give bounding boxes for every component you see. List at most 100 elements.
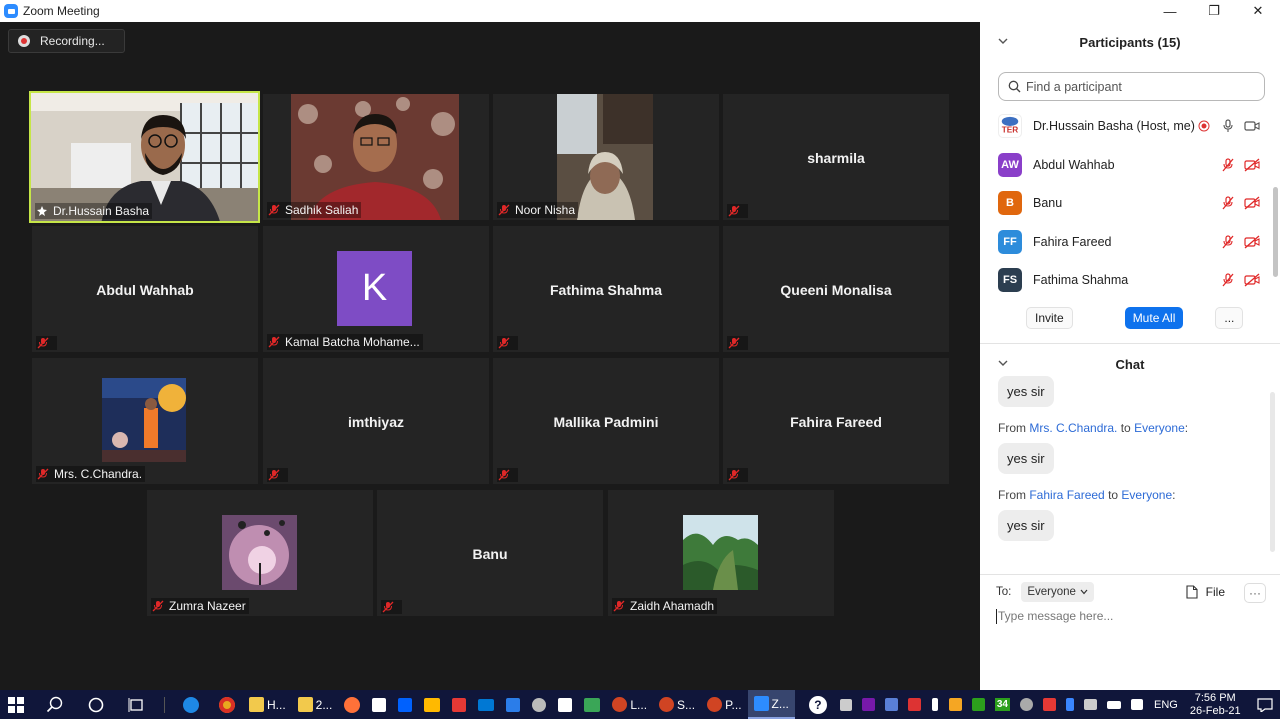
taskbar-app[interactable]: 2...	[292, 690, 339, 719]
recording-label: Recording...	[40, 34, 105, 48]
battery-icon[interactable]	[1107, 700, 1121, 709]
taskbar-app[interactable]: H...	[243, 690, 292, 719]
restore-button[interactable]: ❐	[1192, 0, 1236, 22]
powerpoint-icon	[707, 697, 723, 712]
download-icon[interactable]	[452, 697, 467, 712]
settings-icon[interactable]	[532, 697, 547, 712]
participant-row[interactable]: FF Fahira Fareed	[980, 223, 1280, 262]
quickbooks-icon[interactable]	[971, 698, 985, 711]
video-tile-noor[interactable]: Noor Nisha	[493, 94, 719, 220]
record-tray-icon[interactable]	[907, 698, 921, 711]
tile-label	[267, 468, 288, 482]
profile-photo	[222, 515, 297, 590]
video-tile-banu[interactable]: Banu	[377, 490, 603, 616]
participant-search[interactable]	[998, 72, 1265, 101]
avatar: FF	[998, 229, 1022, 254]
participant-list: TER Dr.Hussain Basha (Host, me) AW Abdul…	[980, 107, 1280, 297]
participant-row[interactable]: AW Abdul Wahhab	[980, 146, 1280, 185]
participants-header: Participants (15)	[980, 22, 1280, 62]
chrome-icon[interactable]	[219, 696, 235, 713]
recording-indicator[interactable]: Recording...	[8, 29, 125, 53]
onenote-icon[interactable]	[861, 698, 875, 711]
shield-icon[interactable]	[948, 698, 962, 711]
task-view-icon[interactable]	[128, 697, 146, 713]
video-tile-abdul[interactable]: Abdul Wahhab	[32, 226, 258, 352]
video-tile-sadhik[interactable]: Sadhik Saliah	[263, 94, 489, 220]
taskbar-app[interactable]: P...	[701, 690, 747, 719]
participant-name: Kamal Batcha Mohame...	[285, 335, 420, 349]
video-tile-mallika[interactable]: Mallika Padmini	[493, 358, 719, 484]
message-input[interactable]: Type message here...	[996, 609, 1280, 624]
mic-muted-icon	[728, 337, 740, 349]
video-tile-kamal[interactable]: K Kamal Batcha Mohame...	[263, 226, 489, 352]
video-tile-fathima[interactable]: Fathima Shahma	[493, 226, 719, 352]
sender-name[interactable]: Fahira Fareed	[1029, 488, 1104, 502]
notifications-icon[interactable]	[1257, 697, 1273, 712]
mute-all-button[interactable]: Mute All	[1124, 307, 1184, 329]
file-button[interactable]: File	[1186, 585, 1225, 599]
participant-row[interactable]: B Banu	[980, 184, 1280, 223]
close-button[interactable]: ✕	[1236, 0, 1280, 22]
file-label: File	[1205, 585, 1225, 599]
video-tile-imthiyaz[interactable]: imthiyaz	[263, 358, 489, 484]
participant-row[interactable]: TER Dr.Hussain Basha (Host, me)	[980, 107, 1280, 146]
video-tile-sharmila[interactable]: sharmila	[723, 94, 949, 220]
search-icon[interactable]	[46, 696, 64, 714]
volume-icon[interactable]	[1131, 699, 1143, 710]
badge-icon[interactable]: 34	[994, 698, 1010, 711]
meeting-icon[interactable]	[884, 698, 898, 711]
image-viewer-icon[interactable]	[584, 697, 601, 712]
calendar-icon[interactable]	[506, 697, 521, 712]
clock[interactable]: 7:56 PM 26-Feb-21	[1190, 692, 1241, 718]
notification-area-icon[interactable]	[1084, 699, 1097, 710]
participant-display-name: sharmila	[807, 150, 865, 166]
taskbar-separator	[164, 696, 165, 713]
video-tile-chandra[interactable]: Mrs. C.Chandra.	[32, 358, 258, 484]
app-tray-icon[interactable]	[1043, 698, 1056, 711]
participant-row[interactable]: FS Fathima Shahma	[980, 261, 1280, 297]
mic-muted-icon	[613, 600, 625, 612]
edge-icon[interactable]	[183, 696, 199, 713]
more-options-button[interactable]: ...	[1215, 307, 1244, 329]
video-tile-fahira[interactable]: Fahira Fareed	[723, 358, 949, 484]
firefox-icon[interactable]	[344, 696, 361, 713]
search-input[interactable]	[1026, 79, 1246, 94]
chat-more-button[interactable]: ···	[1244, 583, 1266, 603]
recipient-select[interactable]: Everyone	[1021, 582, 1094, 602]
avatar-initials: FF	[1003, 235, 1017, 248]
windows-start-icon[interactable]	[8, 696, 24, 713]
recipient-name[interactable]: Everyone	[1121, 488, 1172, 502]
tile-label	[727, 468, 748, 482]
microphone-icon[interactable]	[931, 698, 938, 711]
chevron-down-icon[interactable]	[998, 36, 1008, 46]
video-tile-queeni[interactable]: Queeni Monalisa	[723, 226, 949, 352]
camera-icon[interactable]	[839, 698, 852, 711]
cortana-icon[interactable]	[88, 697, 104, 713]
taskbar-app[interactable]: S...	[653, 690, 701, 719]
word-icon[interactable]	[558, 697, 573, 712]
photos-icon[interactable]	[424, 697, 441, 712]
chat-scrollbar[interactable]	[1270, 392, 1275, 552]
chevron-down-icon[interactable]	[998, 358, 1008, 368]
participant-name: Fathima Shahma	[1033, 273, 1129, 288]
mic-muted-icon	[728, 205, 740, 217]
video-camera-icon[interactable]	[1244, 119, 1260, 133]
help-icon[interactable]: ?	[808, 695, 827, 714]
mic-icon[interactable]	[1220, 119, 1236, 133]
video-tile-zaidh[interactable]: Zaidh Ahamadh	[608, 490, 834, 616]
bluetooth-icon[interactable]	[1066, 698, 1074, 711]
dropbox-icon[interactable]	[398, 697, 413, 712]
taskbar-app-zoom[interactable]: Z...	[747, 690, 795, 719]
language-indicator[interactable]: ENG	[1154, 699, 1178, 711]
minimize-button[interactable]: —	[1148, 0, 1192, 22]
chrome-tray-icon[interactable]	[1020, 698, 1033, 711]
recipient-name[interactable]: Everyone	[1134, 421, 1185, 435]
participants-scrollbar[interactable]	[1273, 187, 1278, 277]
video-tile-hussain[interactable]: Dr.Hussain Basha	[29, 91, 260, 223]
sender-name[interactable]: Mrs. C.Chandra.	[1029, 421, 1117, 435]
invite-button[interactable]: Invite	[1026, 307, 1073, 329]
store-icon[interactable]	[372, 697, 387, 712]
mail-icon[interactable]	[478, 698, 495, 711]
video-tile-zumra[interactable]: Zumra Nazeer	[147, 490, 373, 616]
taskbar-app[interactable]: L...	[606, 690, 653, 719]
